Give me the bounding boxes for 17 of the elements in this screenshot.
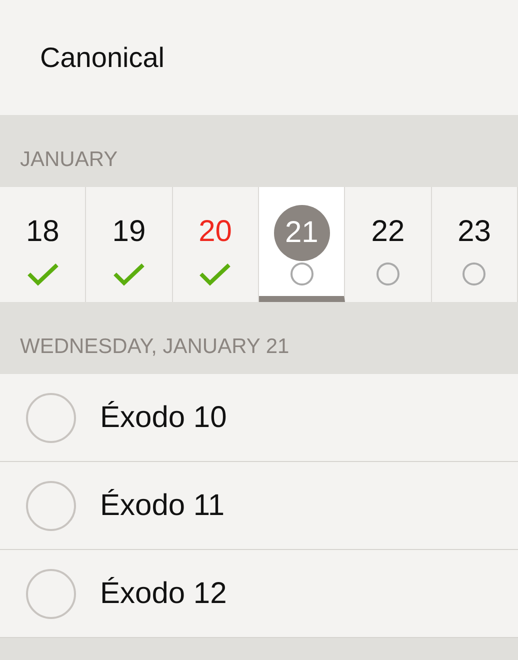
reading-row[interactable]: Éxodo 10 [0, 374, 518, 462]
day-tab[interactable]: 18 [0, 187, 86, 302]
date-heading: WEDNESDAY, JANUARY 21 [20, 335, 290, 359]
reading-row[interactable]: Éxodo 11 [0, 462, 518, 550]
reading-label: Éxodo 11 [100, 488, 225, 522]
reading-label: Éxodo 12 [100, 576, 227, 610]
day-tab[interactable]: 19 [86, 187, 173, 302]
reading-row[interactable]: Éxodo 12 [0, 550, 518, 638]
checkbox-circle[interactable] [26, 392, 76, 442]
reading-label: Éxodo 10 [100, 400, 227, 434]
month-heading: JANUARY [20, 148, 118, 172]
checkbox-circle[interactable] [26, 480, 76, 530]
day-tab[interactable]: 22 [345, 187, 432, 302]
day-tab[interactable]: 23 [432, 187, 518, 302]
day-tab[interactable]: 21 [258, 187, 346, 302]
plan-title: Canonical [40, 42, 165, 74]
checkbox-circle[interactable] [26, 568, 76, 618]
